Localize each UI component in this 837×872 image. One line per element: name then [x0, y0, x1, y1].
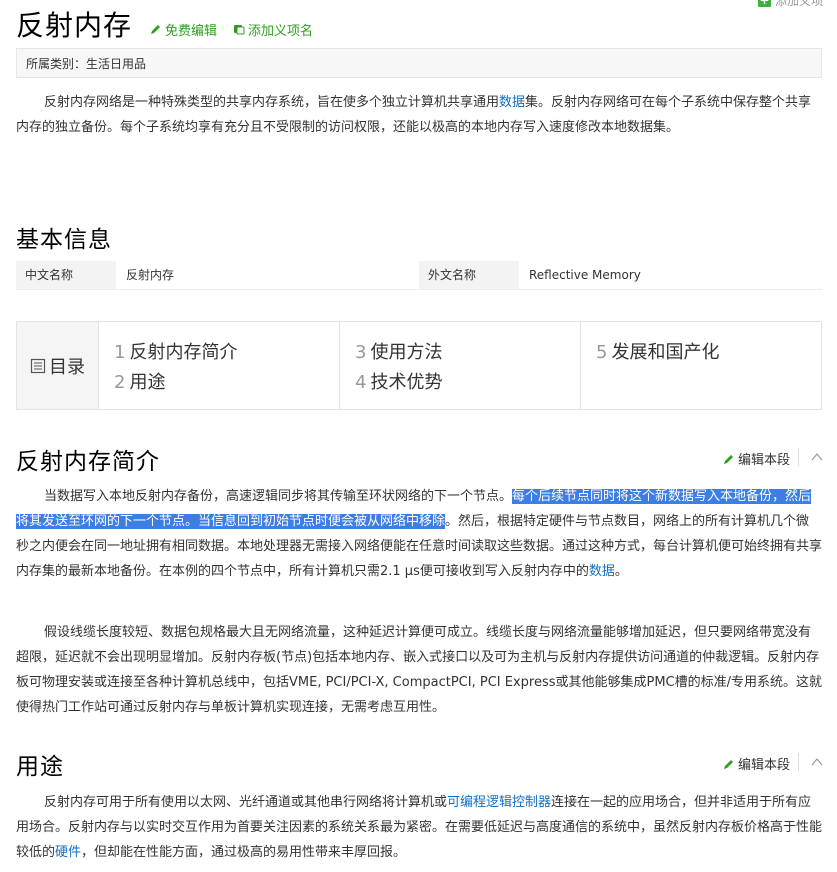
- edit-section-button[interactable]: 编辑本段: [723, 449, 790, 468]
- toc-column-3: 5 发展和国产化: [581, 322, 821, 409]
- usage-text-c: ，但却能在性能方面，通过极高的易用性带来丰厚回报。: [81, 845, 407, 860]
- intro-paragraph-2: 假设线缆长度较短、数据包规格最大且无网络流量，这种延迟计算便可成立。线缆长度与网…: [16, 625, 823, 715]
- intro-text-c: 。: [614, 564, 628, 579]
- toc-num: 3: [355, 342, 367, 363]
- info-val-cn: 反射内存: [126, 268, 175, 282]
- usage-paragraph: 反射内存可用于所有使用以太网、光纤通道或其他串行网络将计算机或可编程逻辑控制器连…: [16, 790, 822, 865]
- toc-num: 5: [596, 342, 608, 363]
- toc-text: 用途: [129, 372, 166, 393]
- toc-num: 2: [114, 372, 126, 393]
- hardware-link[interactable]: 硬件: [55, 845, 81, 860]
- plc-link[interactable]: 可编程逻辑控制器: [447, 795, 551, 810]
- add-meaning-label: 添加义项名: [248, 23, 314, 39]
- info-key-en: 外文名称: [419, 261, 519, 289]
- edit-section-label: 编辑本段: [737, 453, 790, 468]
- section-heading-intro: 反射内存简介: [16, 449, 160, 475]
- summary-text-a: 反射内存网络是一种特殊类型的共享内存系统，旨在使多个独立计算机共享通用: [44, 95, 500, 110]
- basic-info-table: 中文名称 反射内存 外文名称 Reflective Memory: [16, 261, 822, 290]
- toc-item-4[interactable]: 4 技术优势: [355, 368, 580, 398]
- toc-item-5[interactable]: 5 发展和国产化: [596, 338, 821, 368]
- toc-item-2[interactable]: 2 用途: [114, 368, 339, 398]
- toc-column-2: 3 使用方法 4 技术优势: [340, 322, 581, 409]
- list-icon: [30, 358, 46, 373]
- add-sense-label: 添加义项: [774, 0, 823, 8]
- summary-paragraph: 反射内存网络是一种特殊类型的共享内存系统，旨在使多个独立计算机共享通用数据集。反…: [16, 90, 822, 140]
- edit-section-label: 编辑本段: [737, 758, 790, 773]
- toc-text: 使用方法: [370, 342, 443, 363]
- divider: [798, 448, 799, 466]
- add-sense-link[interactable]: + 添加义项: [757, 0, 823, 9]
- divider: [798, 753, 799, 771]
- page-title: 反射内存: [16, 9, 133, 42]
- info-val-en: Reflective Memory: [529, 268, 641, 282]
- section-heading-usage: 用途: [16, 754, 64, 780]
- toc-label: 目录: [17, 322, 99, 409]
- chevron-up-icon[interactable]: [811, 451, 823, 463]
- summary-data-link[interactable]: 数据: [499, 95, 525, 110]
- free-edit-button[interactable]: 免费编辑: [150, 20, 217, 39]
- intro-paragraph-1: 当数据写入本地反射内存备份，高速逻辑同步将其传输至环状网络的下一个节点。每个后续…: [16, 484, 822, 584]
- chevron-up-icon[interactable]: [811, 756, 823, 768]
- toc-text: 反射内存简介: [129, 342, 238, 363]
- category-bar: 所属类别：生活日用品: [16, 48, 822, 78]
- usage-text-a: 反射内存可用于所有使用以太网、光纤通道或其他串行网络将计算机或: [44, 795, 448, 810]
- free-edit-label: 免费编辑: [165, 23, 218, 39]
- toc-column-1: 1 反射内存简介 2 用途: [99, 322, 340, 409]
- toc-text: 发展和国产化: [611, 342, 720, 363]
- plus-icon: +: [757, 0, 771, 7]
- toc-title: 目录: [49, 356, 85, 378]
- title-row: 反射内存 免费编辑 添加义项名: [16, 4, 313, 44]
- intro-data-link[interactable]: 数据: [589, 564, 615, 579]
- intro-text-a: 当数据写入本地反射内存备份，高速逻辑同步将其传输至环状网络的下一个节点。: [44, 489, 513, 504]
- pencil-icon: [151, 25, 161, 34]
- add-meaning-icon: [234, 25, 245, 35]
- pencil-icon: [723, 454, 733, 464]
- basic-info-heading: 基本信息: [16, 227, 112, 253]
- toc-num: 4: [355, 372, 367, 393]
- toc-text: 技术优势: [370, 372, 443, 393]
- info-key-cn: 中文名称: [16, 261, 116, 289]
- toc-num: 1: [114, 342, 126, 363]
- pencil-icon: [723, 759, 733, 769]
- table-of-contents: 目录 1 反射内存简介 2 用途 3 使用方法 4 技术优势 5 发展和国产化: [16, 321, 822, 410]
- toc-item-3[interactable]: 3 使用方法: [355, 338, 580, 368]
- toc-item-1[interactable]: 1 反射内存简介: [114, 338, 339, 368]
- edit-section-button[interactable]: 编辑本段: [723, 754, 790, 773]
- add-meaning-button[interactable]: 添加义项名: [233, 20, 313, 39]
